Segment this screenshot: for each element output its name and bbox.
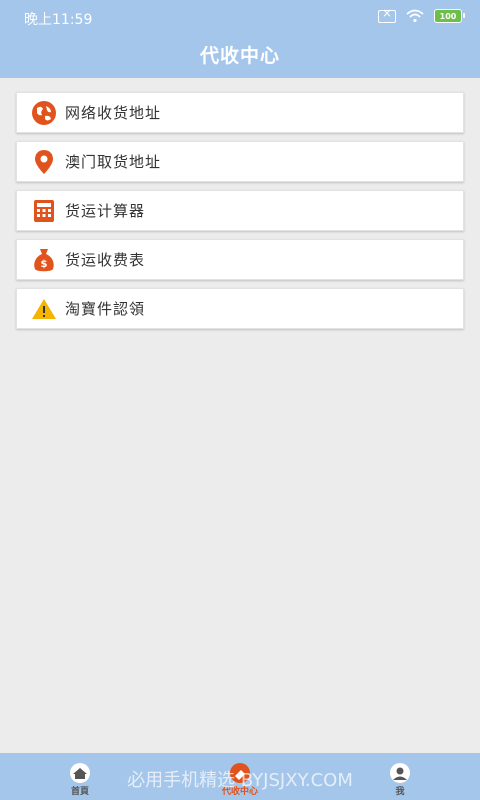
- bottom-tab-bar: 首頁 代收中心 我: [0, 753, 480, 800]
- status-time: 晚上11:59: [24, 12, 93, 28]
- location-pin-icon: [31, 149, 57, 175]
- money-bag-icon: $: [31, 247, 57, 273]
- warning-icon: [31, 296, 57, 322]
- tab-label: 我: [395, 787, 405, 797]
- menu-list: 网络收货地址 澳门取货地址 货运计算器 $ 货运收费表 淘寶件認領: [16, 92, 464, 337]
- battery-level: 100: [439, 11, 457, 21]
- user-icon: [390, 763, 410, 783]
- menu-item-label: 淘寶件認領: [65, 300, 146, 318]
- tab-label: 代收中心: [221, 787, 258, 797]
- page-title: 代收中心: [199, 45, 280, 67]
- menu-item-freight-rates[interactable]: $ 货运收费表: [16, 239, 464, 280]
- menu-item-taobao-claim[interactable]: 淘寶件認領: [16, 288, 464, 329]
- menu-item-macau-pickup[interactable]: 澳门取货地址: [16, 141, 464, 182]
- calculator-icon: [31, 198, 57, 224]
- menu-item-label: 网络收货地址: [65, 104, 162, 122]
- app-header: 代收中心: [0, 36, 480, 78]
- home-icon: [70, 763, 90, 783]
- svg-text:$: $: [41, 259, 48, 270]
- tab-label: 首頁: [70, 787, 89, 797]
- menu-item-label: 澳门取货地址: [65, 153, 162, 171]
- collection-icon: [230, 763, 250, 783]
- menu-item-network-address[interactable]: 网络收货地址: [16, 92, 464, 133]
- tab-home[interactable]: 首頁: [50, 763, 110, 797]
- menu-item-freight-calculator[interactable]: 货运计算器: [16, 190, 464, 231]
- tab-collection-center[interactable]: 代收中心: [210, 763, 270, 797]
- no-sim-icon: [378, 6, 396, 23]
- menu-item-label: 货运计算器: [65, 202, 146, 220]
- menu-item-label: 货运收费表: [65, 251, 146, 269]
- status-icons: 100: [378, 6, 465, 23]
- battery-icon: 100: [434, 9, 465, 23]
- globe-icon: [31, 100, 57, 126]
- wifi-icon: [406, 9, 424, 23]
- status-bar: 晚上11:59 100: [0, 0, 480, 36]
- tab-me[interactable]: 我: [370, 763, 430, 797]
